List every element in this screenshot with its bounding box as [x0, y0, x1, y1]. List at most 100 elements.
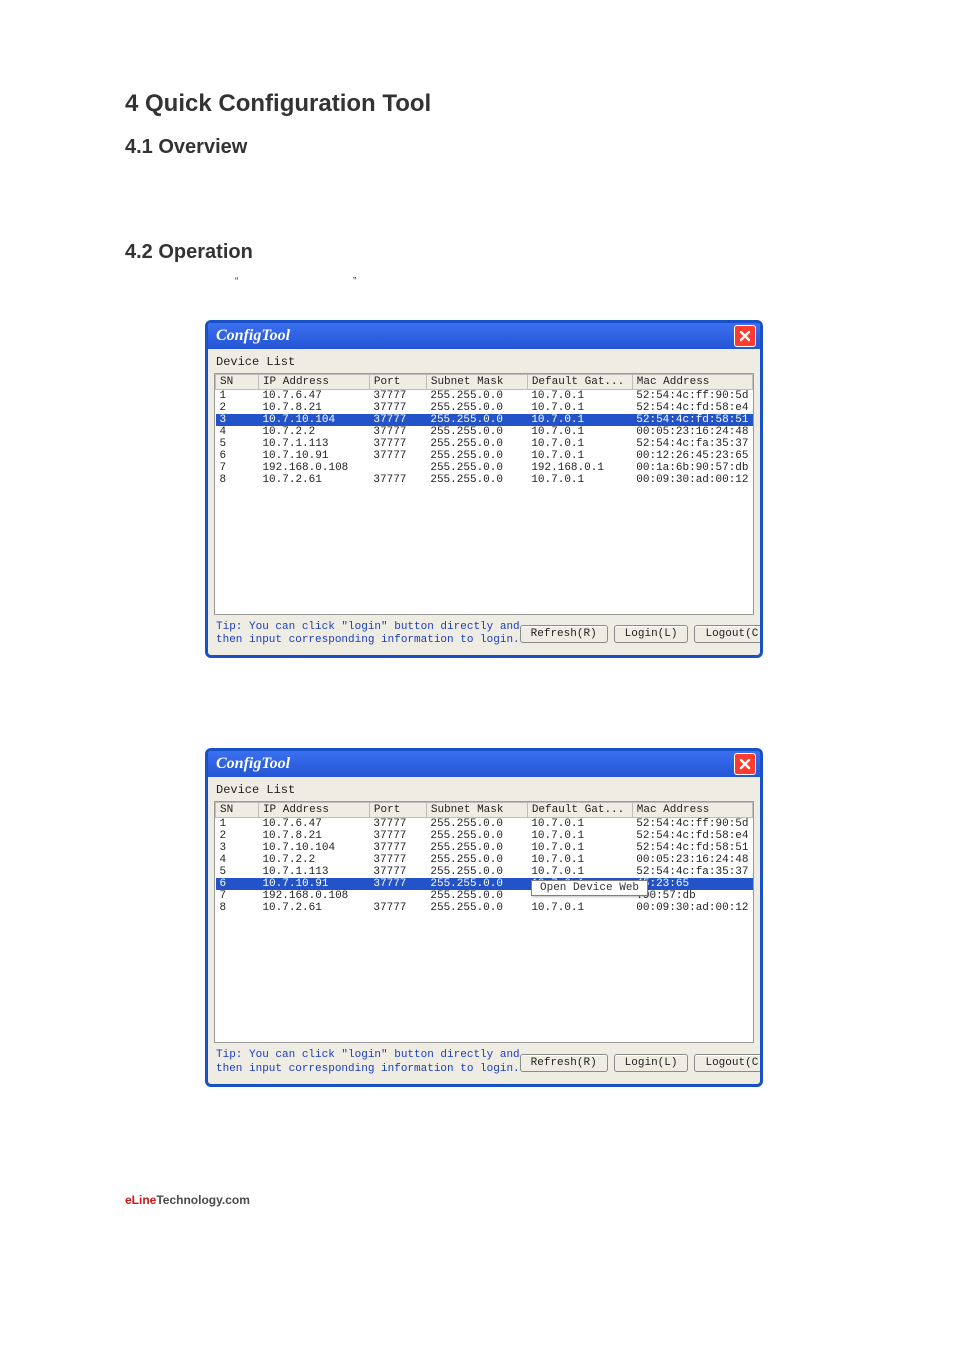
cell-mac: 52:54:4c:ff:90:5d: [632, 390, 752, 403]
cell-sn: 3: [216, 414, 259, 426]
cell-mac: 00:1a:6b:90:57:db: [632, 462, 752, 474]
open-quote: “: [235, 276, 238, 287]
cell-ip: 10.7.10.104: [258, 414, 369, 426]
cell-ip: 10.7.10.91: [258, 878, 369, 890]
cell-sn: 2: [216, 830, 259, 842]
cell-port: 37777: [369, 854, 426, 866]
col-sn[interactable]: SN: [216, 375, 259, 390]
table-row[interactable]: 610.7.10.9137777255.255.0.010.7.0.100:12…: [216, 450, 753, 462]
cell-sn: 1: [216, 818, 259, 831]
cell-ip: 10.7.10.91: [258, 450, 369, 462]
logout-button[interactable]: Logout(C): [694, 1054, 763, 1072]
close-button[interactable]: [734, 753, 756, 775]
table-row[interactable]: 410.7.2.237777255.255.0.010.7.0.100:05:2…: [216, 854, 753, 866]
cell-mask: 255.255.0.0: [426, 462, 527, 474]
footer-brand-part2: Technology.com: [156, 1193, 250, 1207]
cell-ip: 192.168.0.108: [258, 890, 369, 902]
cell-sn: 7: [216, 890, 259, 902]
cell-mac: 52:54:4c:fd:58:51: [632, 842, 752, 854]
cell-sn: 8: [216, 902, 259, 914]
cell-mask: 255.255.0.0: [426, 866, 527, 878]
table-row[interactable]: 7192.168.0.108255.255.0.0192.168.0.100:1…: [216, 462, 753, 474]
cell-ip: 10.7.1.113: [258, 438, 369, 450]
refresh-button[interactable]: Refresh(R): [520, 625, 608, 643]
cell-port: 37777: [369, 842, 426, 854]
device-list-label: Device List: [208, 777, 760, 801]
cell-sn: 4: [216, 854, 259, 866]
table-row[interactable]: 110.7.6.4737777255.255.0.010.7.0.152:54:…: [216, 818, 753, 831]
subsection-title-4-2: 4.2 Operation: [125, 241, 854, 264]
cell-mac: 00:09:30:ad:00:12: [632, 474, 752, 486]
cell-ip: 10.7.8.21: [258, 402, 369, 414]
cell-sn: 8: [216, 474, 259, 486]
cell-ip: 10.7.2.2: [258, 854, 369, 866]
table-row[interactable]: 410.7.2.237777255.255.0.010.7.0.100:05:2…: [216, 426, 753, 438]
cell-port: 37777: [369, 474, 426, 486]
titlebar[interactable]: ConfigTool: [208, 323, 760, 349]
table-row[interactable]: 210.7.8.2137777255.255.0.010.7.0.152:54:…: [216, 830, 753, 842]
cell-port: 37777: [369, 866, 426, 878]
close-icon: [738, 757, 752, 771]
cell-mac: 00:05:23:16:24:48: [632, 854, 752, 866]
cell-gw: 10.7.0.1: [527, 866, 632, 878]
context-menu-open-web[interactable]: Open Device Web: [531, 880, 648, 896]
cell-mac: 52:54:4c:ff:90:5d: [632, 818, 752, 831]
logout-button[interactable]: Logout(C): [694, 625, 763, 643]
close-icon: [738, 329, 752, 343]
cell-mask: 255.255.0.0: [426, 890, 527, 902]
col-gw[interactable]: Default Gat...: [527, 375, 632, 390]
cell-sn: 6: [216, 878, 259, 890]
device-table-wrap: SN IP Address Port Subnet Mask Default G…: [214, 801, 754, 1043]
cell-gw: 10.7.0.1: [527, 474, 632, 486]
cell-gw: 10.7.0.1: [527, 402, 632, 414]
close-button[interactable]: [734, 325, 756, 347]
col-ip[interactable]: IP Address: [258, 375, 369, 390]
cell-sn: 5: [216, 866, 259, 878]
cell-gw: 10.7.0.1: [527, 414, 632, 426]
titlebar[interactable]: ConfigTool: [208, 751, 760, 777]
table-row[interactable]: 810.7.2.6137777255.255.0.010.7.0.100:09:…: [216, 474, 753, 486]
col-mask[interactable]: Subnet Mask: [426, 803, 527, 818]
table-row[interactable]: 210.7.8.2137777255.255.0.010.7.0.152:54:…: [216, 402, 753, 414]
device-table: SN IP Address Port Subnet Mask Default G…: [215, 374, 753, 486]
section-title-4: 4 Quick Configuration Tool: [125, 90, 854, 118]
cell-mac: 52:54:4c:fa:35:37: [632, 866, 752, 878]
cell-ip: 10.7.6.47: [258, 390, 369, 403]
table-row[interactable]: 7192.168.0.108255.255.0.0:90:57:db: [216, 890, 753, 902]
cell-mac: 52:54:4c:fd:58:51: [632, 414, 752, 426]
subsection-title-4-1: 4.1 Overview: [125, 136, 854, 159]
footer-brand-part1: eLine: [125, 1193, 156, 1207]
cell-gw: 10.7.0.1: [527, 818, 632, 831]
cell-port: [369, 462, 426, 474]
table-row[interactable]: 510.7.1.11337777255.255.0.010.7.0.152:54…: [216, 866, 753, 878]
cell-gw: 192.168.0.1: [527, 462, 632, 474]
cell-port: 37777: [369, 438, 426, 450]
col-port[interactable]: Port: [369, 803, 426, 818]
col-port[interactable]: Port: [369, 375, 426, 390]
table-row[interactable]: 510.7.1.11337777255.255.0.010.7.0.152:54…: [216, 438, 753, 450]
login-tip: Tip: You can click "login" button direct…: [216, 621, 520, 647]
cell-sn: 6: [216, 450, 259, 462]
table-row[interactable]: 610.7.10.9137777255.255.0.010.7.0.145:23…: [216, 878, 753, 890]
col-sn[interactable]: SN: [216, 803, 259, 818]
cell-ip: 10.7.2.61: [258, 902, 369, 914]
cell-gw: 10.7.0.1: [527, 842, 632, 854]
cell-sn: 2: [216, 402, 259, 414]
col-mac[interactable]: Mac Address: [632, 803, 752, 818]
login-button[interactable]: Login(L): [614, 1054, 689, 1072]
col-mac[interactable]: Mac Address: [632, 375, 752, 390]
col-ip[interactable]: IP Address: [258, 803, 369, 818]
cell-mask: 255.255.0.0: [426, 818, 527, 831]
cell-port: 37777: [369, 830, 426, 842]
table-row[interactable]: 110.7.6.4737777255.255.0.010.7.0.152:54:…: [216, 390, 753, 403]
login-button[interactable]: Login(L): [614, 625, 689, 643]
table-row[interactable]: 310.7.10.10437777255.255.0.010.7.0.152:5…: [216, 842, 753, 854]
table-row[interactable]: 310.7.10.10437777255.255.0.010.7.0.152:5…: [216, 414, 753, 426]
cell-mac: 45:23:65: [632, 878, 752, 890]
cell-mask: 255.255.0.0: [426, 450, 527, 462]
table-row[interactable]: 810.7.2.6137777255.255.0.010.7.0.100:09:…: [216, 902, 753, 914]
refresh-button[interactable]: Refresh(R): [520, 1054, 608, 1072]
cell-gw: 10.7.0.1: [527, 854, 632, 866]
col-mask[interactable]: Subnet Mask: [426, 375, 527, 390]
col-gw[interactable]: Default Gat...: [527, 803, 632, 818]
